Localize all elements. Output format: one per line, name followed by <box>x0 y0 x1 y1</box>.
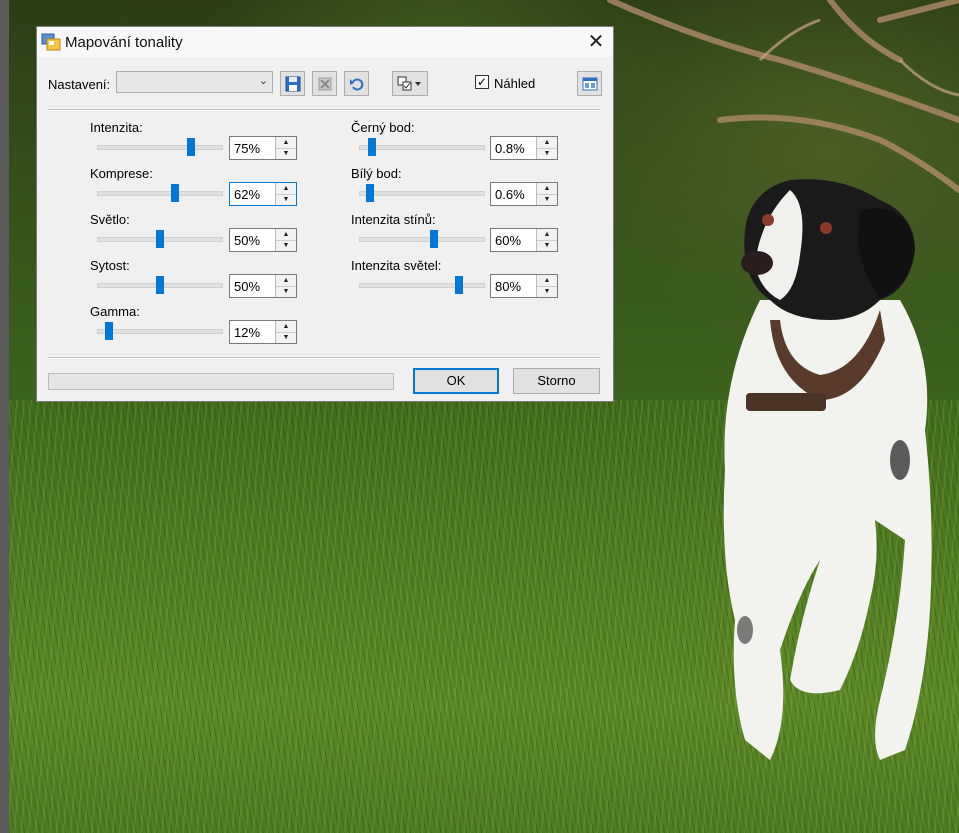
slider-thumb[interactable] <box>170 184 179 202</box>
value-text: 60% <box>495 233 522 248</box>
preview-label: Náhled <box>494 76 536 91</box>
slider-label: Intenzita stínů: <box>351 212 436 227</box>
progress-bar <box>48 373 394 390</box>
slider-label: Gamma: <box>90 304 140 319</box>
value-text: 50% <box>234 279 261 294</box>
value-text: 0.6% <box>495 187 525 202</box>
delete-preset-icon <box>318 77 332 91</box>
value-text: 0.8% <box>495 141 525 156</box>
spin-buttons: ▲ ▼ <box>275 275 296 297</box>
slider-thumb[interactable] <box>105 322 114 340</box>
value-text: 75% <box>234 141 261 156</box>
slider-track[interactable] <box>359 276 485 294</box>
spin-down-icon[interactable]: ▼ <box>537 148 557 159</box>
title-bar[interactable]: Mapování tonality ✕ <box>37 27 613 57</box>
separator <box>48 109 600 111</box>
delete-preset-button[interactable] <box>312 71 337 96</box>
checklist-menu-icon <box>397 76 421 91</box>
slider-thumb[interactable] <box>368 138 377 156</box>
spin-down-icon[interactable]: ▼ <box>537 240 557 251</box>
compare-view-icon <box>582 77 598 91</box>
options-menu-button[interactable] <box>392 71 428 96</box>
spin-down-icon[interactable]: ▼ <box>537 194 557 205</box>
slider-track[interactable] <box>97 322 223 340</box>
spin-buttons: ▲ ▼ <box>275 229 296 251</box>
spin-buttons: ▲ ▼ <box>275 183 296 205</box>
undo-button[interactable] <box>344 71 369 96</box>
spin-buttons: ▲ ▼ <box>275 321 296 343</box>
ok-button[interactable]: OK <box>413 368 499 394</box>
slider-thumb[interactable] <box>156 276 164 294</box>
value-spinbox[interactable]: 12% ▲ ▼ <box>229 320 297 344</box>
slider-track[interactable] <box>97 138 223 156</box>
slider-track[interactable] <box>359 230 485 248</box>
slider-thumb[interactable] <box>156 230 164 248</box>
spin-down-icon[interactable]: ▼ <box>276 194 296 205</box>
slider-thumb[interactable] <box>455 276 464 294</box>
save-icon <box>285 76 301 92</box>
undo-icon <box>350 78 364 91</box>
slider-label: Černý bod: <box>351 120 415 135</box>
separator <box>48 357 600 359</box>
value-text: 12% <box>234 325 261 340</box>
preview-checkbox[interactable]: ✓ <box>475 75 489 89</box>
value-spinbox[interactable]: 0.6% ▲ ▼ <box>490 182 558 206</box>
spin-down-icon[interactable]: ▼ <box>276 286 296 297</box>
value-spinbox[interactable]: 62% ▲ ▼ <box>229 182 297 206</box>
value-spinbox[interactable]: 50% ▲ ▼ <box>229 274 297 298</box>
spin-buttons: ▲ ▼ <box>536 183 557 205</box>
spin-down-icon[interactable]: ▼ <box>276 240 296 251</box>
value-spinbox[interactable]: 60% ▲ ▼ <box>490 228 558 252</box>
slider-label: Intenzita: <box>90 120 143 135</box>
spin-buttons: ▲ ▼ <box>275 137 296 159</box>
slider-track[interactable] <box>359 184 485 202</box>
value-spinbox[interactable]: 0.8% ▲ ▼ <box>490 136 558 160</box>
spin-down-icon[interactable]: ▼ <box>276 148 296 159</box>
value-text: 50% <box>234 233 261 248</box>
slider-track[interactable] <box>97 184 223 202</box>
slider-label: Komprese: <box>90 166 153 181</box>
slider-track[interactable] <box>97 230 223 248</box>
chevron-down-icon: ⌄ <box>258 75 268 87</box>
close-icon[interactable]: ✕ <box>579 27 613 57</box>
compare-view-button[interactable] <box>577 71 602 96</box>
slider-label: Bílý bod: <box>351 166 402 181</box>
spin-down-icon[interactable]: ▼ <box>537 286 557 297</box>
spin-down-icon[interactable]: ▼ <box>276 332 296 343</box>
dialog-title: Mapování tonality <box>65 34 183 51</box>
spin-buttons: ▲ ▼ <box>536 275 557 297</box>
save-preset-button[interactable] <box>280 71 305 96</box>
value-spinbox[interactable]: 75% ▲ ▼ <box>229 136 297 160</box>
preset-label: Nastavení: <box>48 77 111 92</box>
slider-label: Světlo: <box>90 212 130 227</box>
tone-mapping-dialog: Mapování tonality ✕ Nastavení: ⌄ ✓ Náhle… <box>36 26 614 402</box>
slider-label: Sytost: <box>90 258 130 273</box>
slider-thumb[interactable] <box>430 230 439 248</box>
cancel-button[interactable]: Storno <box>513 368 600 394</box>
preset-dropdown[interactable]: ⌄ <box>116 71 273 93</box>
app-icon <box>41 33 61 51</box>
slider-thumb[interactable] <box>365 184 374 202</box>
value-text: 80% <box>495 279 522 294</box>
spin-buttons: ▲ ▼ <box>536 137 557 159</box>
value-text: 62% <box>234 187 261 202</box>
slider-track[interactable] <box>359 138 485 156</box>
spin-buttons: ▲ ▼ <box>536 229 557 251</box>
value-spinbox[interactable]: 80% ▲ ▼ <box>490 274 558 298</box>
slider-label: Intenzita světel: <box>351 258 442 273</box>
slider-track[interactable] <box>97 276 223 294</box>
slider-thumb[interactable] <box>187 138 195 156</box>
value-spinbox[interactable]: 50% ▲ ▼ <box>229 228 297 252</box>
